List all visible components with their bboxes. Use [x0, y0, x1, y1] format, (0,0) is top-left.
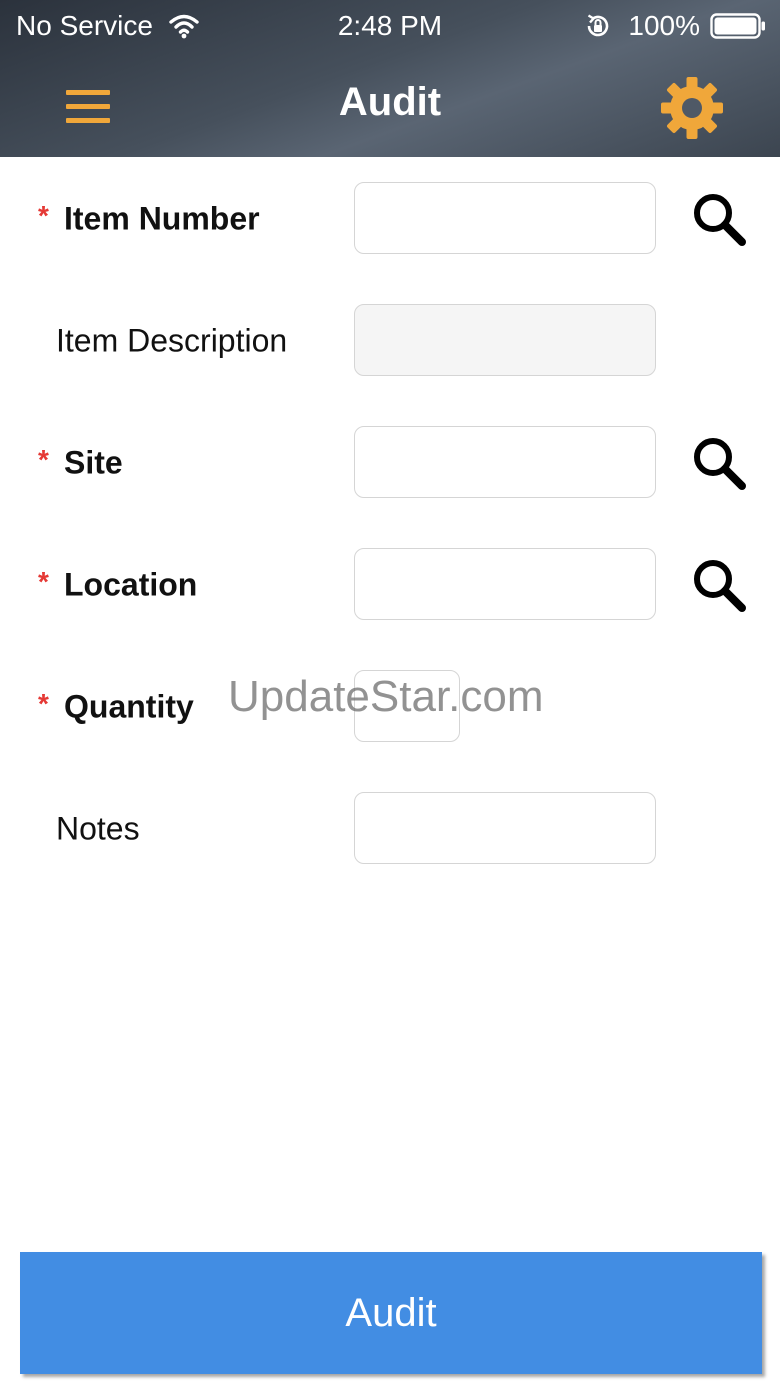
form-row-quantity: * Quantity — [0, 670, 780, 744]
status-right-group: 100% — [584, 10, 766, 42]
battery-percentage: 100% — [628, 10, 700, 41]
required-asterisk: * — [38, 687, 49, 719]
search-icon[interactable] — [690, 434, 748, 492]
form-row-notes: Notes — [0, 792, 780, 866]
audit-screen: No Service 2:48 PM 100% Audit * Item Num… — [0, 0, 780, 1387]
form-row-location: * Location — [0, 548, 780, 622]
item-description-label: Item Description — [56, 322, 288, 359]
search-icon[interactable] — [690, 556, 748, 614]
status-bar: No Service 2:48 PM 100% — [0, 0, 780, 54]
battery-icon — [710, 13, 765, 39]
gear-icon[interactable] — [656, 76, 728, 140]
nav-bar: Audit — [0, 54, 780, 157]
notes-field[interactable] — [354, 792, 656, 864]
rotation-lock-icon — [588, 14, 609, 37]
required-asterisk: * — [38, 443, 49, 475]
form-row-site: * Site — [0, 426, 780, 500]
quantity-label: Quantity — [64, 688, 194, 725]
location-field[interactable] — [354, 548, 656, 620]
audit-button[interactable]: Audit — [20, 1252, 762, 1374]
required-asterisk: * — [38, 199, 49, 231]
location-label: Location — [64, 566, 198, 603]
form-row-item-description: Item Description — [0, 304, 780, 378]
search-icon[interactable] — [690, 190, 748, 248]
notes-label: Notes — [56, 810, 140, 847]
form-row-item-number: * Item Number — [0, 182, 780, 256]
quantity-field[interactable] — [354, 670, 460, 742]
required-asterisk: * — [38, 565, 49, 597]
site-label: Site — [64, 444, 123, 481]
top-bar: No Service 2:48 PM 100% Audit — [0, 0, 780, 157]
item-description-field — [354, 304, 656, 376]
item-number-field[interactable] — [354, 182, 656, 254]
site-field[interactable] — [354, 426, 656, 498]
item-number-label: Item Number — [64, 200, 260, 237]
